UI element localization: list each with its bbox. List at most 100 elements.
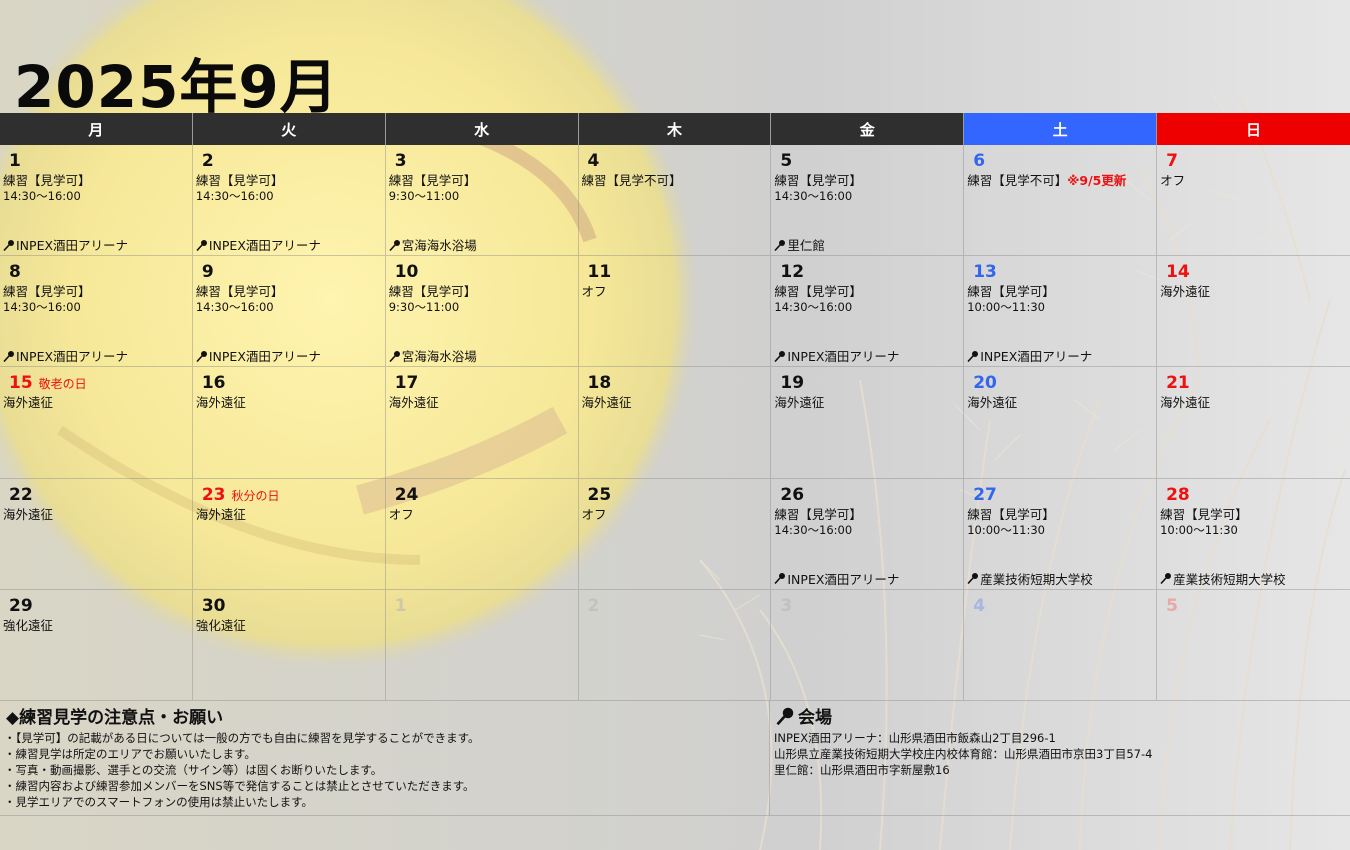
calendar-day-cell[interactable]: 24 オフ: [385, 478, 579, 590]
venue-address-item: 里仁館：山形県酒田市字新屋敷16: [774, 763, 950, 777]
pin-icon: [196, 350, 207, 362]
calendar-day-cell[interactable]: 27 練習【見学可】 10:00～11:30 産業技術短期大学校: [964, 478, 1158, 590]
activity-text: 練習【見学可】: [388, 173, 477, 188]
calendar-day-cell[interactable]: 2 練習【見学可】 14:30～16:00 INPEX酒田アリーナ: [192, 145, 386, 257]
calendar-day-cell[interactable]: 23 秋分の日 海外遠征: [192, 478, 386, 590]
calendar-day-cell[interactable]: 13 練習【見学可】 10:00～11:30 INPEX酒田アリーナ: [964, 256, 1158, 368]
weekday-header-cell: 日: [1157, 113, 1350, 145]
activity-time: 14:30～16:00: [3, 189, 81, 203]
day-number: 23: [201, 484, 226, 505]
weekday-header: 月火水木金土日: [0, 113, 1350, 145]
calendar-day-cell[interactable]: 30 強化遠征: [192, 589, 386, 701]
calendar-week-row: 22 海外遠征 23 秋分の日 海外遠征 24 オフ 25 オフ 26 練習【見学可】 14:30～1…: [0, 478, 1350, 590]
note-item: ・練習内容および練習参加メンバーをSNS等で発信することは禁止とさせていただきま…: [4, 779, 475, 793]
calendar-day-cell[interactable]: 8 練習【見学可】 14:30～16:00 INPEX酒田アリーナ: [0, 256, 193, 368]
activity-time: 14:30～16:00: [195, 300, 274, 315]
activity-text: 練習【見学可】: [774, 284, 862, 300]
activity-label: 練習【見学可】: [196, 283, 385, 300]
pin-icon: [776, 707, 794, 725]
activity-text: 海外遠征: [3, 506, 54, 522]
calendar-day-cell[interactable]: 15 敬老の日海外遠征: [0, 367, 193, 479]
holiday-label: 敬老の日: [38, 377, 87, 392]
calendar-day-cell[interactable]: 12 練習【見学可】 14:30～16:00 INPEX酒田アリーナ: [771, 256, 965, 368]
day-number: 16: [201, 373, 226, 394]
calendar-day-cell[interactable]: 1: [385, 589, 579, 701]
activity-label: 海外遠征: [774, 394, 963, 411]
calendar-day-cell[interactable]: 1 練習【見学可】 14:30～16:00 INPEX酒田アリーナ: [0, 145, 193, 257]
calendar-day-cell[interactable]: 4 練習【見学不可】: [578, 145, 772, 257]
calendar-grid: 月火水木金土日 1 練習【見学可】 14:30～16:00 INPEX酒田アリーナ 2 練…: [0, 113, 1350, 701]
day-number: 5: [780, 151, 793, 171]
day-number: 14: [1166, 262, 1190, 283]
activity-text: オフ: [581, 284, 607, 300]
pin-icon: [774, 239, 786, 251]
activity-venue: INPEX酒田アリーナ: [967, 346, 1092, 365]
calendar-day-cell[interactable]: 2: [578, 589, 772, 701]
calendar-day-cell[interactable]: 7 オフ: [1157, 145, 1350, 257]
day-number: 19: [780, 373, 805, 394]
calendar-day-cell[interactable]: 4: [964, 589, 1158, 701]
calendar-day-cell[interactable]: 21 海外遠征: [1157, 367, 1350, 479]
activity-label: オフ: [582, 506, 771, 523]
note-item: ・見学エリアでのスマートフォンの使用は禁止いたします。: [4, 795, 314, 809]
activity-text: オフ: [1160, 173, 1186, 188]
day-number: 15: [9, 373, 33, 394]
activity-label: 練習【見学可】: [389, 283, 578, 300]
calendar-day-cell[interactable]: 19 海外遠征: [771, 367, 965, 479]
pin-icon: [774, 573, 786, 585]
day-number: 22: [9, 484, 33, 505]
activity-venue: INPEX酒田アリーナ: [774, 346, 899, 365]
day-number: 29: [9, 595, 33, 616]
activity-time: 10:00～11:30: [967, 522, 1046, 537]
day-number: 24: [394, 484, 419, 505]
calendar-day-cell[interactable]: 16 海外遠征: [192, 367, 386, 479]
calendar-day-cell[interactable]: 18 海外遠征: [578, 367, 772, 479]
calendar-day-cell[interactable]: 6 練習【見学不可】※9/5更新: [964, 145, 1158, 257]
calendar-day-cell[interactable]: 17 海外遠征: [385, 367, 579, 479]
day-number: 17: [394, 373, 419, 394]
activity-label: 海外遠征: [967, 394, 1156, 411]
weekday-header-cell: 月: [0, 113, 193, 145]
weekday-header-cell: 水: [385, 113, 579, 145]
activity-text: 練習【見学不可】: [967, 173, 1068, 188]
activity-text: 海外遠征: [3, 395, 54, 411]
calendar-day-cell[interactable]: 5: [1157, 590, 1350, 701]
activity-label: 海外遠征: [196, 394, 385, 411]
day-number: 28: [1166, 484, 1190, 505]
calendar-day-cell[interactable]: 9 練習【見学可】 14:30～16:00 INPEX酒田アリーナ: [192, 256, 386, 368]
calendar-day-cell[interactable]: 10 練習【見学可】 9:30～11:00 宮海海水浴場: [385, 256, 579, 368]
day-number: 2: [201, 151, 214, 171]
day-number: 12: [780, 262, 805, 283]
calendar-day-cell[interactable]: 14 海外遠征: [1157, 256, 1350, 368]
day-number: 5: [1166, 595, 1178, 616]
activity-text: 練習【見学可】: [774, 506, 862, 522]
calendar-weeks: 1 練習【見学可】 14:30～16:00 INPEX酒田アリーナ 2 練習【見学可】 14…: [0, 145, 1350, 701]
venue-address-item: 山形県立産業技術短期大学校庄内校体育館：山形県酒田市京田3丁目57-4: [774, 747, 1153, 761]
activity-label: 強化遠征: [3, 617, 192, 634]
calendar-day-cell[interactable]: 29 強化遠征: [0, 589, 193, 701]
activity-text: オフ: [581, 506, 607, 522]
calendar-day-cell[interactable]: 3 練習【見学可】 9:30～11:00 宮海海水浴場: [385, 145, 579, 257]
pin-icon: [196, 239, 207, 251]
calendar-day-cell[interactable]: 3: [771, 589, 965, 701]
calendar-day-cell[interactable]: 28 練習【見学可】 10:00～11:30 産業技術短期大学校: [1157, 479, 1350, 590]
activity-text: 練習【見学可】: [1160, 506, 1248, 522]
day-number: 4: [973, 595, 986, 616]
calendar-week-row: 29 強化遠征 30 強化遠征 1 2 3 4 5: [0, 589, 1350, 701]
holiday-label: 秋分の日: [231, 488, 280, 503]
calendar-day-cell[interactable]: 5 練習【見学可】 14:30～16:00 里仁館: [771, 145, 965, 257]
calendar-day-cell[interactable]: 26 練習【見学可】 14:30～16:00 INPEX酒田アリーナ: [771, 478, 965, 590]
calendar-day-cell[interactable]: 22 海外遠征: [0, 478, 193, 590]
weekday-header-cell: 木: [578, 113, 772, 145]
activity-label: 海外遠征: [1160, 394, 1350, 411]
calendar-day-cell[interactable]: 20 海外遠征: [964, 367, 1158, 479]
weekday-header-cell: 火: [192, 113, 386, 145]
calendar-day-cell[interactable]: 11 オフ: [578, 256, 772, 368]
activity-text: 海外遠征: [774, 395, 825, 411]
venues-title-row: 会場: [770, 701, 1350, 728]
activity-text: 練習【見学可】: [774, 173, 862, 188]
day-number: 3: [394, 151, 407, 171]
day-number: 1: [9, 151, 21, 171]
activity-venue: INPEX酒田アリーナ: [3, 235, 128, 254]
calendar-day-cell[interactable]: 25 オフ: [578, 478, 772, 590]
